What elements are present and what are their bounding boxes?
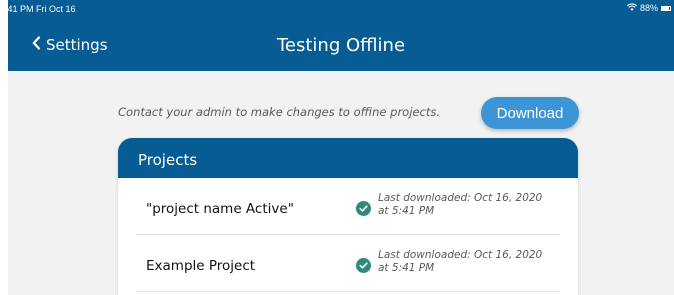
last-downloaded-text: Last downloaded: Oct 16, 2020 at 5:41 PM <box>378 192 543 217</box>
download-button[interactable]: Download <box>481 97 579 129</box>
projects-heading: Projects <box>118 138 578 178</box>
project-row[interactable]: "project name Active" Last downloaded: O… <box>118 178 578 235</box>
page-title: Testing Offline <box>276 35 406 56</box>
wifi-icon <box>627 3 637 13</box>
project-name: Example Project <box>146 258 256 274</box>
project-row[interactable]: Example Project Last downloaded: Oct 16,… <box>118 235 578 292</box>
check-circle-icon <box>356 258 371 273</box>
battery-percent: 88% <box>639 3 658 13</box>
nav-bar: 5:41 PM Fri Oct 16 88% Settings Testing … <box>8 0 674 71</box>
status-time: 5:41 PM Fri Oct 16 <box>8 4 76 14</box>
projects-card: Projects "project name Active" Last down… <box>118 138 578 295</box>
check-circle-icon <box>356 201 371 216</box>
battery-icon <box>661 5 671 11</box>
row-divider <box>136 291 560 292</box>
status-indicators: 88% <box>627 3 671 13</box>
app-screen: 5:41 PM Fri Oct 16 88% Settings Testing … <box>8 0 674 295</box>
offline-hint-text: Contact your admin to make changes to of… <box>118 105 440 119</box>
last-downloaded-text: Last downloaded: Oct 16, 2020 at 5:41 PM <box>378 249 543 274</box>
project-name: "project name Active" <box>146 201 294 217</box>
